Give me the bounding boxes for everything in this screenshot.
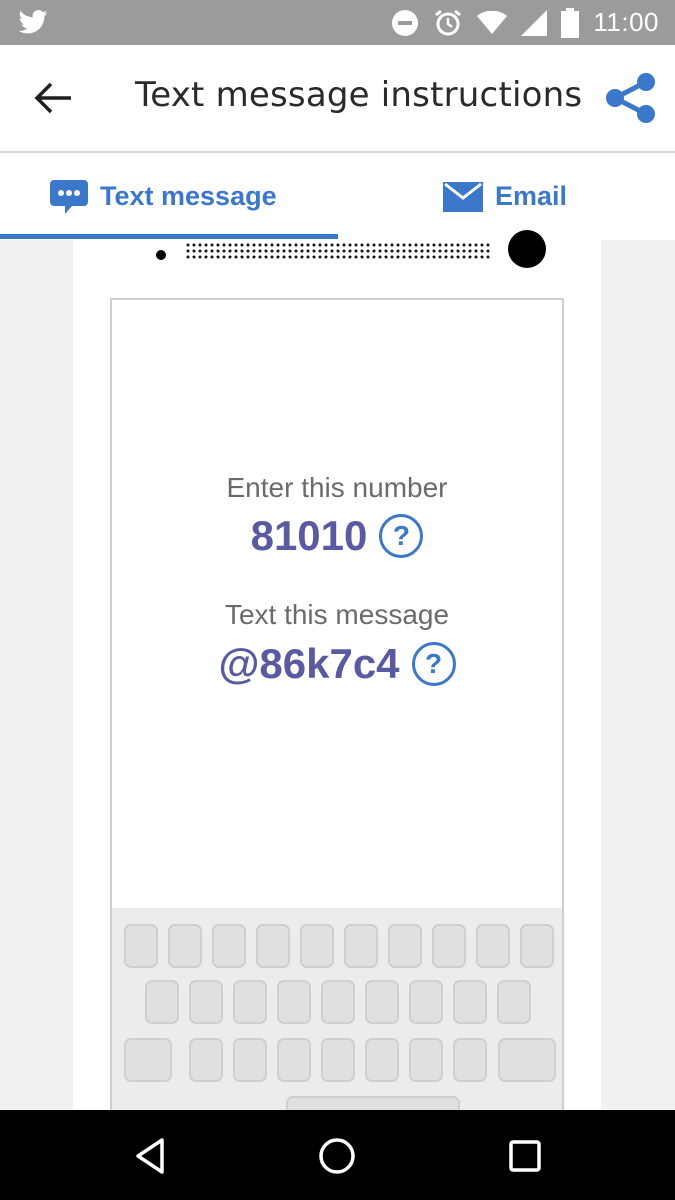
number-row: 81010 ? — [112, 512, 562, 560]
tab-email[interactable]: Email — [443, 153, 567, 240]
keyboard-key — [344, 924, 378, 968]
phone-camera — [508, 230, 546, 268]
twitter-icon — [18, 10, 48, 34]
keyboard-key — [189, 1038, 223, 1082]
home-circle-icon[interactable] — [315, 1134, 359, 1178]
message-help-icon[interactable]: ? — [411, 642, 456, 686]
keyboard-key — [476, 924, 510, 968]
phone-sensor — [156, 250, 166, 260]
alarm-icon — [435, 9, 462, 35]
share-icon[interactable] — [603, 72, 657, 124]
keyboard-key — [212, 924, 246, 968]
app-bar: Text message instructions — [0, 45, 675, 153]
message-label: Text this message — [224, 599, 450, 630]
tab-bar: Text message Email — [0, 153, 675, 240]
keyboard-key — [233, 980, 267, 1024]
envelope-icon — [443, 181, 483, 212]
signal-icon — [521, 9, 548, 36]
tab-label: Text message — [100, 181, 277, 211]
back-triangle-icon[interactable] — [128, 1134, 172, 1178]
number-help-icon[interactable]: ? — [379, 514, 424, 558]
keyboard-key — [300, 924, 334, 968]
phone-speaker — [185, 242, 490, 260]
keyboard-key — [453, 1038, 487, 1082]
keyboard-delete-key — [498, 1038, 556, 1082]
status-bar: 11:00 — [0, 0, 675, 45]
keyboard-key — [432, 924, 466, 968]
do-not-disturb-icon — [392, 9, 419, 36]
page-title: Text message instructions — [135, 75, 583, 115]
tab-text-message[interactable]: Text message — [50, 153, 277, 240]
keyboard-key — [277, 1038, 311, 1082]
chat-bubble-icon — [50, 179, 88, 214]
phone-screen: Enter this number 81010 ? Text this mess… — [110, 298, 564, 1113]
battery-icon — [561, 7, 580, 38]
selected-tab-indicator — [0, 234, 338, 239]
keyboard-key — [321, 1038, 355, 1082]
number-label: Enter this number — [226, 472, 448, 503]
short-code-number: 81010 — [250, 512, 368, 559]
keyboard-key — [365, 1038, 399, 1082]
system-nav-bar — [0, 1110, 675, 1200]
keyboard-shift-key — [124, 1038, 172, 1082]
recents-square-icon[interactable] — [503, 1134, 547, 1178]
keyboard-key — [520, 924, 554, 968]
keyboard-key — [365, 980, 399, 1024]
arrow-left-icon[interactable] — [33, 80, 73, 116]
keyboard-key — [409, 980, 443, 1024]
keyboard-key — [453, 980, 487, 1024]
keyboard-key — [189, 980, 223, 1024]
keyboard-key — [256, 924, 290, 968]
tab-label: Email — [495, 181, 568, 211]
keyboard-key — [409, 1038, 443, 1082]
keyboard-key — [145, 980, 179, 1024]
keyboard-illustration — [112, 908, 562, 1111]
keyboard-key — [277, 980, 311, 1024]
wifi-icon — [477, 10, 508, 34]
keyboard-key — [233, 1038, 267, 1082]
keyboard-key — [497, 980, 531, 1024]
keyboard-key — [388, 924, 422, 968]
message-code: @86k7c4 — [218, 640, 400, 687]
message-row: @86k7c4 ? — [112, 640, 562, 688]
keyboard-key — [168, 924, 202, 968]
keyboard-key — [321, 980, 355, 1024]
status-time: 11:00 — [593, 7, 659, 37]
keyboard-key — [124, 924, 158, 968]
